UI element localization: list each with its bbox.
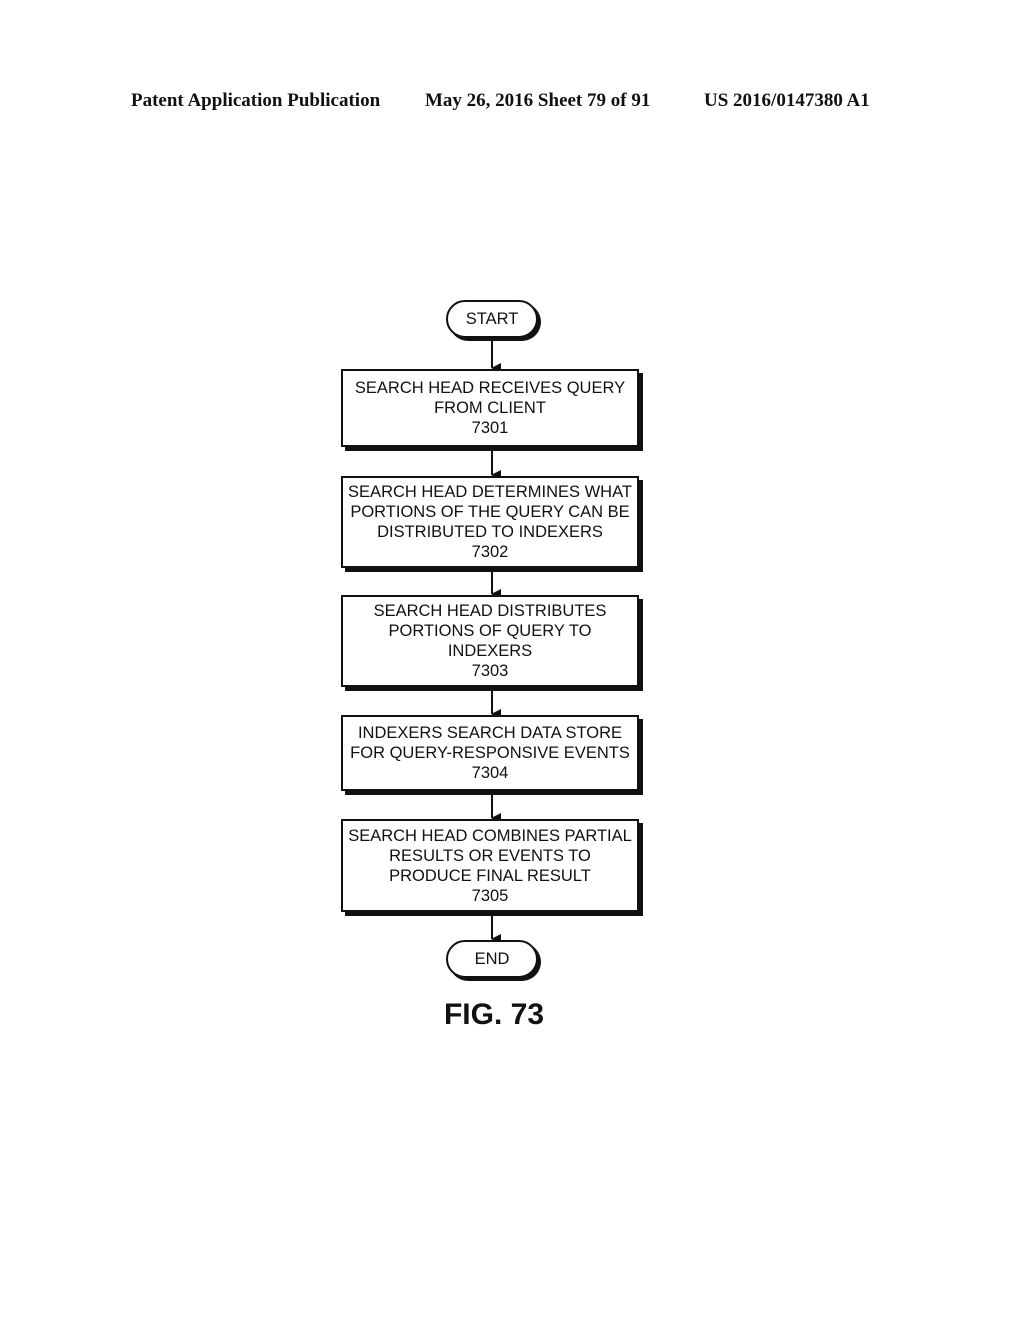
step-text-line: FROM CLIENT	[434, 399, 546, 417]
step-text-line: INDEXERS	[447, 642, 533, 660]
step-text-line: INDEXERS SEARCH DATA STORE	[357, 724, 623, 742]
step-ref-number: 7304	[471, 764, 509, 782]
step-7304: INDEXERS SEARCH DATA STORE FOR QUERY-RES…	[341, 715, 639, 791]
step-text-line: PORTIONS OF QUERY TO	[388, 622, 592, 640]
step-text-line: SEARCH HEAD COMBINES PARTIAL	[348, 826, 632, 845]
start-label: START	[465, 309, 519, 328]
step-7301: SEARCH HEAD RECEIVES QUERY FROM CLIENT 7…	[341, 369, 639, 447]
step-text-line: DISTRIBUTED TO INDEXERS	[377, 523, 603, 541]
step-7302: SEARCH HEAD DETERMINES WHAT PORTIONS OF …	[341, 476, 639, 568]
step-ref-number: 7305	[471, 886, 509, 905]
step-text-line: SEARCH HEAD DETERMINES WHAT	[348, 483, 632, 501]
step-text-line: RESULTS OR EVENTS TO	[389, 846, 591, 865]
step-ref-number: 7303	[471, 662, 509, 680]
step-text-line: SEARCH HEAD RECEIVES QUERY	[354, 379, 626, 397]
figure-label: FIG. 73	[443, 998, 545, 1031]
end-label: END	[474, 949, 510, 968]
step-text-line: FOR QUERY-RESPONSIVE EVENTS	[350, 744, 630, 762]
step-7303: SEARCH HEAD DISTRIBUTES PORTIONS OF QUER…	[341, 595, 639, 687]
step-ref-number: 7302	[471, 543, 509, 561]
step-text-line: SEARCH HEAD DISTRIBUTES	[373, 602, 607, 620]
step-text-line: PORTIONS OF THE QUERY CAN BE	[350, 503, 630, 521]
step-ref-number: 7301	[471, 419, 509, 437]
step-7305: SEARCH HEAD COMBINES PARTIAL RESULTS OR …	[341, 819, 639, 912]
end-terminal: END	[446, 940, 538, 978]
start-terminal: START	[446, 300, 538, 338]
step-text-line: PRODUCE FINAL RESULT	[389, 866, 591, 885]
